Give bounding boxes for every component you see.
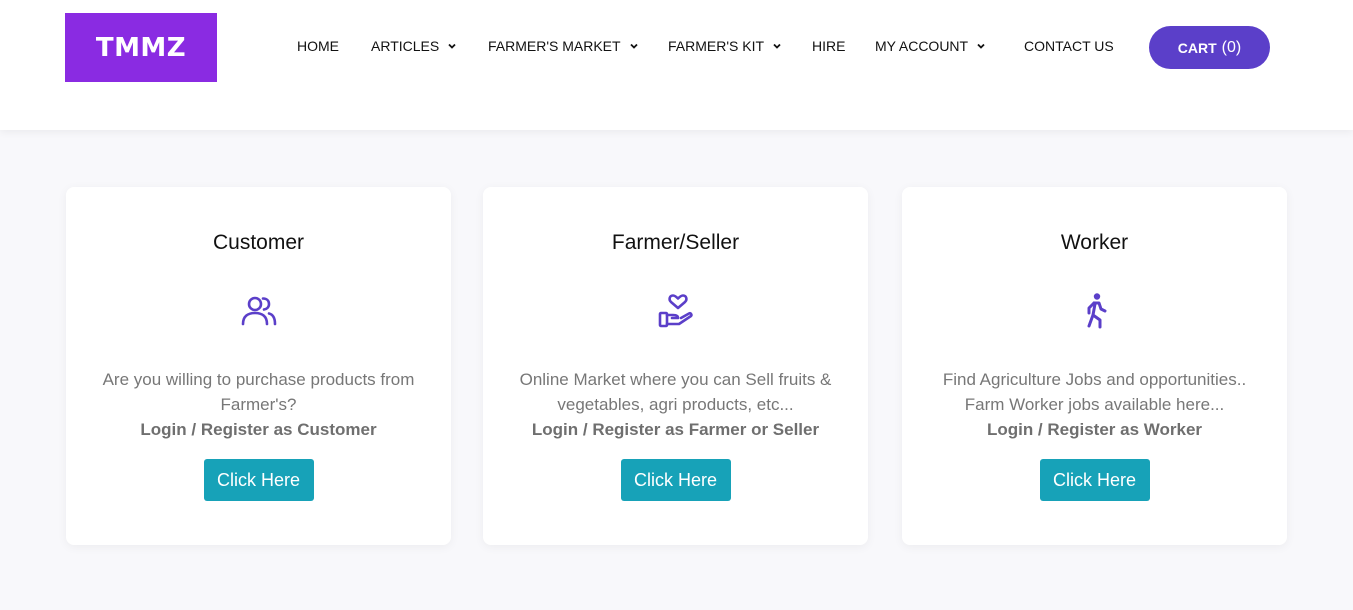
nav-item-label: HIRE xyxy=(812,38,846,54)
card-cta-text: Login / Register as Customer xyxy=(140,420,377,439)
cart-count: (0) xyxy=(1221,38,1242,56)
card-cta-text: Login / Register as Farmer or Seller xyxy=(531,420,820,439)
nav-item-farmers-kit[interactable]: FARMER'S KIT xyxy=(668,38,782,54)
nav-item-my-account[interactable]: MY ACCOUNT xyxy=(875,38,986,54)
nav-item-label: FARMER'S MARKET xyxy=(488,38,621,54)
nav-item-contact-us[interactable]: CONTACT US xyxy=(1024,38,1114,54)
card-title: Worker xyxy=(1060,231,1129,254)
card-title: Farmer/Seller xyxy=(611,231,740,254)
hand-heart-icon xyxy=(658,294,693,328)
customer-card: Customer Are you willing to purchase pro… xyxy=(66,187,451,545)
nav-item-label: CONTACT US xyxy=(1024,38,1114,54)
nav-item-label: HOME xyxy=(297,38,339,54)
card-description-text: Online Market where you can Sell fruits … xyxy=(519,370,832,414)
cart-label: CART xyxy=(1177,39,1217,56)
chevron-down-icon xyxy=(448,43,456,49)
card-description: Find Agriculture Jobs and opportunities.… xyxy=(937,367,1252,442)
nav-item-articles[interactable]: ARTICLES xyxy=(371,38,457,54)
farmer-click-here-button[interactable]: Click Here xyxy=(620,459,731,501)
chevron-down-icon xyxy=(773,43,781,49)
running-person-icon xyxy=(1087,293,1106,329)
site-header: TMMZ HOME ARTICLES FARMER'S MARKET FARME… xyxy=(0,0,1353,130)
chevron-down-icon xyxy=(977,43,985,49)
logo[interactable]: TMMZ xyxy=(65,13,217,82)
users-icon xyxy=(241,296,276,326)
chevron-down-icon xyxy=(629,43,638,49)
card-cta-text: Login / Register as Worker xyxy=(986,420,1203,439)
nav-item-label: MY ACCOUNT xyxy=(875,38,969,54)
farmer-seller-card: Farmer/Seller Online Market where you ca… xyxy=(483,187,868,545)
card-description-text: Find Agriculture Jobs and opportunities.… xyxy=(942,370,1247,414)
card-description: Are you willing to purchase products fro… xyxy=(101,367,416,442)
nav-item-label: FARMER'S KIT xyxy=(668,38,765,54)
nav-item-home[interactable]: HOME xyxy=(297,38,339,54)
customer-click-here-button[interactable]: Click Here xyxy=(203,459,314,501)
nav-item-label: ARTICLES xyxy=(371,38,440,54)
card-title: Customer xyxy=(212,231,305,254)
nav-item-farmers-market[interactable]: FARMER'S MARKET xyxy=(488,38,639,54)
cart-button[interactable]: CART (0) xyxy=(1149,26,1270,69)
nav-item-hire[interactable]: HIRE xyxy=(812,38,845,54)
worker-card: Worker Find Agriculture Jobs and opportu… xyxy=(902,187,1287,545)
worker-click-here-button[interactable]: Click Here xyxy=(1039,459,1150,501)
card-description: Online Market where you can Sell fruits … xyxy=(518,367,833,442)
card-description-text: Are you willing to purchase products fro… xyxy=(102,370,415,414)
